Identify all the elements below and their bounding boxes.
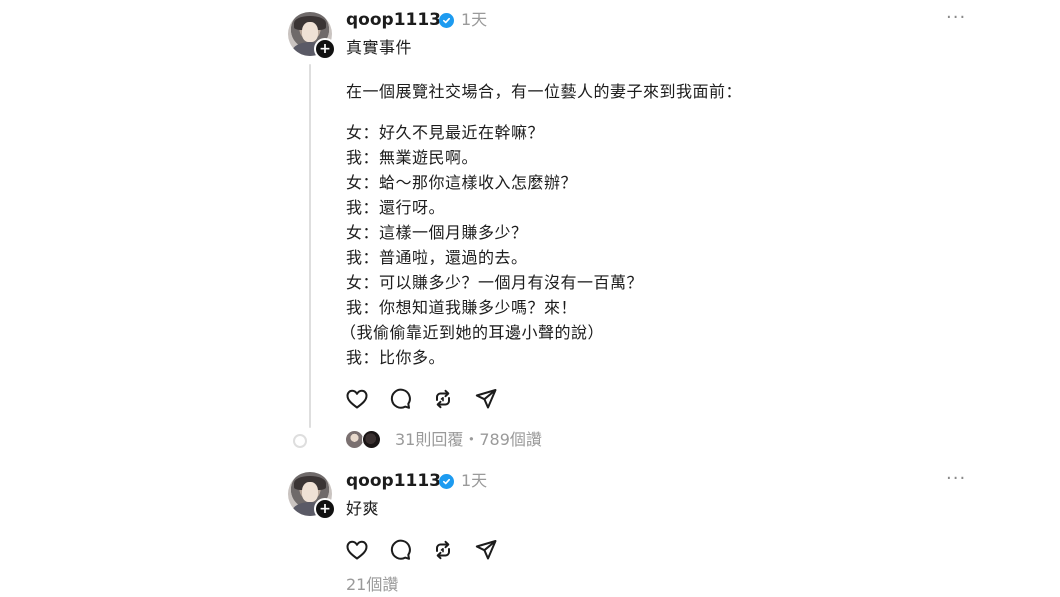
repost-icon[interactable] — [431, 387, 455, 411]
like-count[interactable]: 21個讚 — [346, 573, 398, 597]
send-icon[interactable] — [474, 387, 498, 411]
dialogue-line: （我偷偷靠近到她的耳邊小聲的說） — [340, 323, 605, 342]
dialogue-line: 女：好久不見最近在幹嘛？ — [346, 123, 545, 142]
replier-avatar[interactable] — [362, 430, 381, 449]
dialogue-line: 我：比你多。 — [346, 348, 446, 367]
more-options-icon[interactable]: ··· — [946, 467, 966, 491]
comment-icon[interactable] — [388, 387, 412, 411]
post-title: 好爽 — [346, 499, 380, 518]
plus-icon[interactable]: + — [314, 498, 336, 520]
heart-icon[interactable] — [345, 538, 369, 562]
post-stats[interactable]: 31則回覆・789個讚 — [395, 428, 542, 452]
dialogue-line: 女：可以賺多少？一個月有沒有一百萬？ — [346, 273, 644, 292]
heart-icon[interactable] — [345, 387, 369, 411]
post-title: 真實事件 — [346, 38, 413, 57]
more-options-icon[interactable]: ··· — [946, 6, 966, 30]
verified-badge-icon — [439, 474, 454, 489]
post-intro: 在一個展覽社交場合，有一位藝人的妻子來到我面前： — [346, 82, 743, 101]
plus-icon[interactable]: + — [314, 38, 336, 60]
dialogue-line: 女：這樣一個月賺多少？ — [346, 223, 528, 242]
dialogue-line: 女：蛤～那你這樣收入怎麼辦？ — [346, 173, 578, 192]
username[interactable]: qoop1113 — [346, 469, 441, 493]
dialogue-line: 我：無業遊民啊。 — [346, 148, 479, 167]
repost-icon[interactable] — [431, 538, 455, 562]
verified-badge-icon — [439, 13, 454, 28]
dialogue-line: 我：你想知道我賺多少嗎？來！ — [346, 298, 578, 317]
dialogue-line: 我：普通啦，還過的去。 — [346, 248, 528, 267]
post-time: 1天 — [461, 471, 488, 490]
dialogue-line: 我：還行呀。 — [346, 198, 446, 217]
send-icon[interactable] — [474, 538, 498, 562]
post-time: 1天 — [461, 10, 488, 29]
comment-icon[interactable] — [388, 538, 412, 562]
username[interactable]: qoop1113 — [346, 8, 441, 32]
thread-end-icon — [293, 434, 307, 448]
thread-line — [309, 64, 311, 428]
